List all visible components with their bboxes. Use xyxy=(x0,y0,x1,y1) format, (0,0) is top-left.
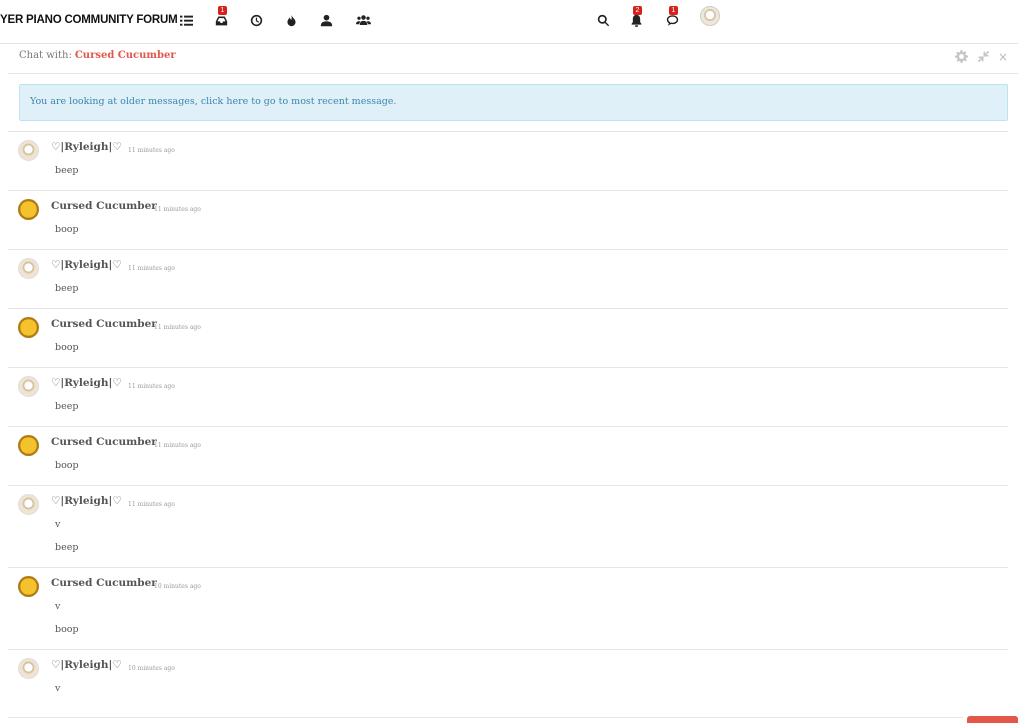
message-timestamp: 11 minutes ago xyxy=(128,147,175,154)
notifications-badge: 2 xyxy=(633,6,642,15)
chat-with-user[interactable]: Cursed Cucumber xyxy=(75,50,176,61)
message-text: beep xyxy=(55,165,79,176)
chat-with-prefix: Chat with: xyxy=(19,50,72,61)
message-author[interactable]: ♡|Ryleigh|♡ xyxy=(51,141,122,153)
message-author[interactable]: ♡|Ryleigh|♡ xyxy=(51,259,122,271)
message-timestamp: 11 minutes ago xyxy=(154,324,201,331)
chat-with-label: Chat with: Cursed Cucumber xyxy=(19,50,176,61)
minimize-icon[interactable] xyxy=(977,50,990,67)
recent-icon[interactable] xyxy=(248,12,264,28)
settings-icon[interactable] xyxy=(955,50,968,67)
message-timestamp: 10 minutes ago xyxy=(154,583,201,590)
message-item: ♡|Ryleigh|♡ 11 minutes ago v beep xyxy=(8,485,1008,567)
message-timestamp: 11 minutes ago xyxy=(154,442,201,449)
message-item: ♡|Ryleigh|♡ 11 minutes ago beep xyxy=(8,367,1008,426)
message-item: Cursed Cucumber 11 minutes ago boop xyxy=(8,190,1008,249)
message-author[interactable]: ♡|Ryleigh|♡ xyxy=(51,495,122,507)
chats-icon[interactable]: 1 xyxy=(664,6,680,28)
avatar[interactable] xyxy=(18,658,39,679)
avatar[interactable] xyxy=(18,317,39,338)
unread-icon[interactable]: 1 xyxy=(213,6,229,28)
unread-badge: 1 xyxy=(218,6,227,15)
avatar[interactable] xyxy=(18,258,39,279)
message-timestamp: 11 minutes ago xyxy=(128,383,175,390)
close-icon[interactable]: × xyxy=(998,50,1008,64)
message-text: boop xyxy=(55,224,79,235)
message-author[interactable]: ♡|Ryleigh|♡ xyxy=(51,377,122,389)
message-timestamp: 10 minutes ago xyxy=(128,665,175,672)
search-icon[interactable] xyxy=(595,12,611,28)
message-timestamp: 11 minutes ago xyxy=(128,265,175,272)
message-item: Cursed Cucumber 11 minutes ago boop xyxy=(8,426,1008,485)
avatar[interactable] xyxy=(18,140,39,161)
avatar[interactable] xyxy=(18,376,39,397)
older-messages-alert[interactable]: You are looking at older messages, click… xyxy=(19,84,1008,121)
avatar[interactable] xyxy=(18,494,39,515)
message-text: boop xyxy=(55,342,79,353)
avatar[interactable] xyxy=(18,435,39,456)
send-button[interactable] xyxy=(967,716,1018,723)
message-list: ♡|Ryleigh|♡ 11 minutes ago beep Cursed C… xyxy=(8,131,1008,709)
chats-badge: 1 xyxy=(669,6,678,15)
message-text: boop xyxy=(55,460,79,471)
message-item: ♡|Ryleigh|♡ 11 minutes ago beep xyxy=(8,131,1008,190)
forum-title[interactable]: YER PIANO COMMUNITY FORUM xyxy=(0,14,178,26)
message-text: v xyxy=(55,601,61,612)
notifications-icon[interactable]: 2 xyxy=(628,6,644,28)
message-text: v xyxy=(55,683,61,694)
message-timestamp: 11 minutes ago xyxy=(128,501,175,508)
message-item: Cursed Cucumber 10 minutes ago v boop xyxy=(8,567,1008,649)
categories-icon[interactable] xyxy=(178,12,194,28)
avatar[interactable] xyxy=(18,576,39,597)
message-text: beep xyxy=(55,401,79,412)
message-item: ♡|Ryleigh|♡ 11 minutes ago beep xyxy=(8,249,1008,308)
user-icon[interactable] xyxy=(318,12,334,28)
message-author[interactable]: Cursed Cucumber xyxy=(51,318,157,330)
message-item: ♡|Ryleigh|♡ 10 minutes ago v xyxy=(8,649,1008,709)
message-author[interactable]: Cursed Cucumber xyxy=(51,577,157,589)
chat-input-area[interactable] xyxy=(8,717,963,723)
avatar[interactable] xyxy=(18,199,39,220)
message-author[interactable]: ♡|Ryleigh|♡ xyxy=(51,659,122,671)
message-item: Cursed Cucumber 11 minutes ago boop xyxy=(8,308,1008,367)
message-text: boop xyxy=(55,624,79,635)
groups-icon[interactable] xyxy=(354,12,372,28)
top-navbar: YER PIANO COMMUNITY FORUM 1 2 1 xyxy=(0,0,1018,44)
message-timestamp: 11 minutes ago xyxy=(154,206,201,213)
message-text: v xyxy=(55,519,61,530)
avatar[interactable] xyxy=(700,6,720,26)
popular-icon[interactable] xyxy=(283,12,299,28)
message-author[interactable]: Cursed Cucumber xyxy=(51,436,157,448)
chat-header: Chat with: Cursed Cucumber × xyxy=(8,44,1018,74)
message-text: beep xyxy=(55,283,79,294)
message-author[interactable]: Cursed Cucumber xyxy=(51,200,157,212)
message-text: beep xyxy=(55,542,79,553)
